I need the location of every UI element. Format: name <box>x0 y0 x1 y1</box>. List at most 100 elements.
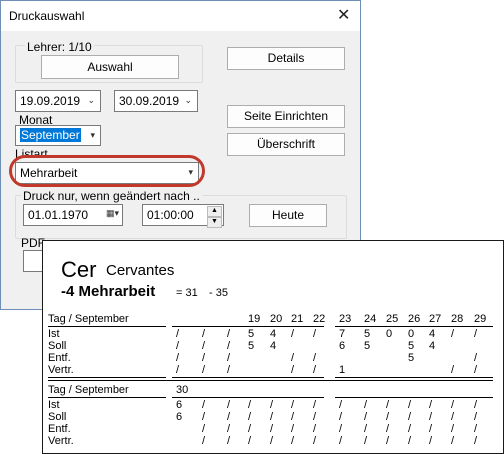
row-label: Soll <box>48 411 67 423</box>
changed-date-field[interactable]: 01.01.1970 ▦▾ <box>23 204 123 226</box>
table-cell: / <box>364 423 368 435</box>
table-cell: / <box>270 411 274 423</box>
table-cell: / <box>408 411 412 423</box>
row-label: Ist <box>48 399 60 411</box>
highlight-circle <box>9 155 205 187</box>
table-cell: / <box>339 411 343 423</box>
table-header-label: Tag / September <box>48 313 129 325</box>
table-cell: / <box>291 352 295 364</box>
table-cell: / <box>270 435 274 447</box>
table-cell: / <box>451 435 455 447</box>
table-cell: / <box>474 352 478 364</box>
day-number: 26 <box>408 313 421 325</box>
sum-target: - 35 <box>209 287 228 299</box>
row-label: Vertr. <box>48 364 74 376</box>
table-cell: / <box>313 423 317 435</box>
block-separator <box>172 377 324 378</box>
table-cell: / <box>270 423 274 435</box>
table-header-label: Tag / September <box>48 384 129 396</box>
changed-date-value: 01.01.1970 <box>28 208 89 222</box>
table-cell: / <box>474 328 478 340</box>
table-cell: / <box>339 399 343 411</box>
print-changed-label: Druck nur, wenn geändert nach .. <box>21 189 202 203</box>
day-number: 20 <box>270 313 283 325</box>
table-cell: / <box>313 411 317 423</box>
title-bar: Druckauswahl ✕ <box>1 1 360 31</box>
table-cell: / <box>176 364 180 376</box>
table-cell: / <box>451 328 455 340</box>
block-separator <box>335 377 493 378</box>
table-cell: / <box>313 364 317 376</box>
header-rule <box>172 326 324 327</box>
report-preview: Cer Cervantes -4 Mehrarbeit = 31 - 35 Ta… <box>42 240 504 454</box>
table-cell: 5 <box>248 328 255 340</box>
chevron-down-icon[interactable]: ▾ <box>90 130 95 141</box>
table-cell: 6 <box>339 340 346 352</box>
table-cell: / <box>202 423 206 435</box>
header-rule <box>48 397 166 398</box>
table-cell: / <box>386 399 390 411</box>
teacher-short-name: Cer <box>61 257 97 282</box>
table-cell: / <box>227 399 231 411</box>
header-rule <box>48 326 166 327</box>
close-icon[interactable]: ✕ <box>337 5 350 25</box>
table-cell: / <box>386 435 390 447</box>
chevron-down-icon[interactable]: ⌄ <box>87 95 95 106</box>
table-cell: 5 <box>408 352 415 364</box>
table-cell: / <box>429 435 433 447</box>
table-cell: / <box>227 411 231 423</box>
row-label: Entf. <box>48 352 71 364</box>
day-number: 21 <box>291 313 304 325</box>
table-cell: / <box>291 364 295 376</box>
dialog-title: Druckauswahl <box>9 9 85 23</box>
table-cell: / <box>364 435 368 447</box>
table-cell: / <box>202 411 206 423</box>
table-cell: / <box>429 411 433 423</box>
table-cell: / <box>270 399 274 411</box>
spin-up-icon[interactable]: ▲ <box>207 206 222 217</box>
table-cell: 0 <box>386 328 393 340</box>
changed-time-field[interactable]: 01:00:00 ▲ ▼ <box>142 204 224 228</box>
day-number: 29 <box>474 313 487 325</box>
month-value: September <box>20 128 81 142</box>
day-number: 28 <box>451 313 464 325</box>
details-button[interactable]: Details <box>227 47 345 70</box>
table-cell: / <box>451 364 455 376</box>
table-cell: / <box>474 399 478 411</box>
table-cell: / <box>339 423 343 435</box>
table-cell: / <box>248 411 252 423</box>
block-separator <box>48 377 166 378</box>
header-rule <box>335 326 493 327</box>
heading-button[interactable]: Überschrift <box>227 133 345 156</box>
day-number: 27 <box>429 313 442 325</box>
table-cell: 5 <box>364 328 371 340</box>
page-setup-button[interactable]: Seite Einrichten <box>227 105 345 128</box>
select-button[interactable]: Auswahl <box>41 55 179 79</box>
today-button[interactable]: Heute <box>249 204 327 227</box>
table-cell: / <box>227 328 231 340</box>
month-select[interactable]: September ▾ <box>15 125 101 146</box>
table-cell: 4 <box>429 328 436 340</box>
header-rule <box>335 397 493 398</box>
table-cell: 4 <box>270 340 277 352</box>
table-cell: / <box>176 352 180 364</box>
table-cell: 6 <box>176 399 183 411</box>
time-spinner[interactable]: ▲ ▼ <box>207 206 222 228</box>
chevron-down-icon[interactable]: ⌄ <box>184 95 192 106</box>
date-from-field[interactable]: 19.09.2019 ⌄ <box>15 90 101 112</box>
date-from-value: 19.09.2019 <box>20 94 81 108</box>
header-rule <box>172 397 324 398</box>
table-cell: / <box>248 423 252 435</box>
table-cell: / <box>451 411 455 423</box>
table-cell: / <box>227 435 231 447</box>
row-label: Ist <box>48 328 60 340</box>
table-cell: / <box>176 340 180 352</box>
table-cell: / <box>474 364 478 376</box>
table-cell: / <box>202 364 206 376</box>
calendar-icon[interactable]: ▦▾ <box>106 208 119 219</box>
table-cell: / <box>227 364 231 376</box>
table-cell: 6 <box>176 411 183 423</box>
spin-down-icon[interactable]: ▼ <box>207 217 222 228</box>
date-to-field[interactable]: 30.09.2019 ⌄ <box>114 90 198 112</box>
table-cell: / <box>202 328 206 340</box>
